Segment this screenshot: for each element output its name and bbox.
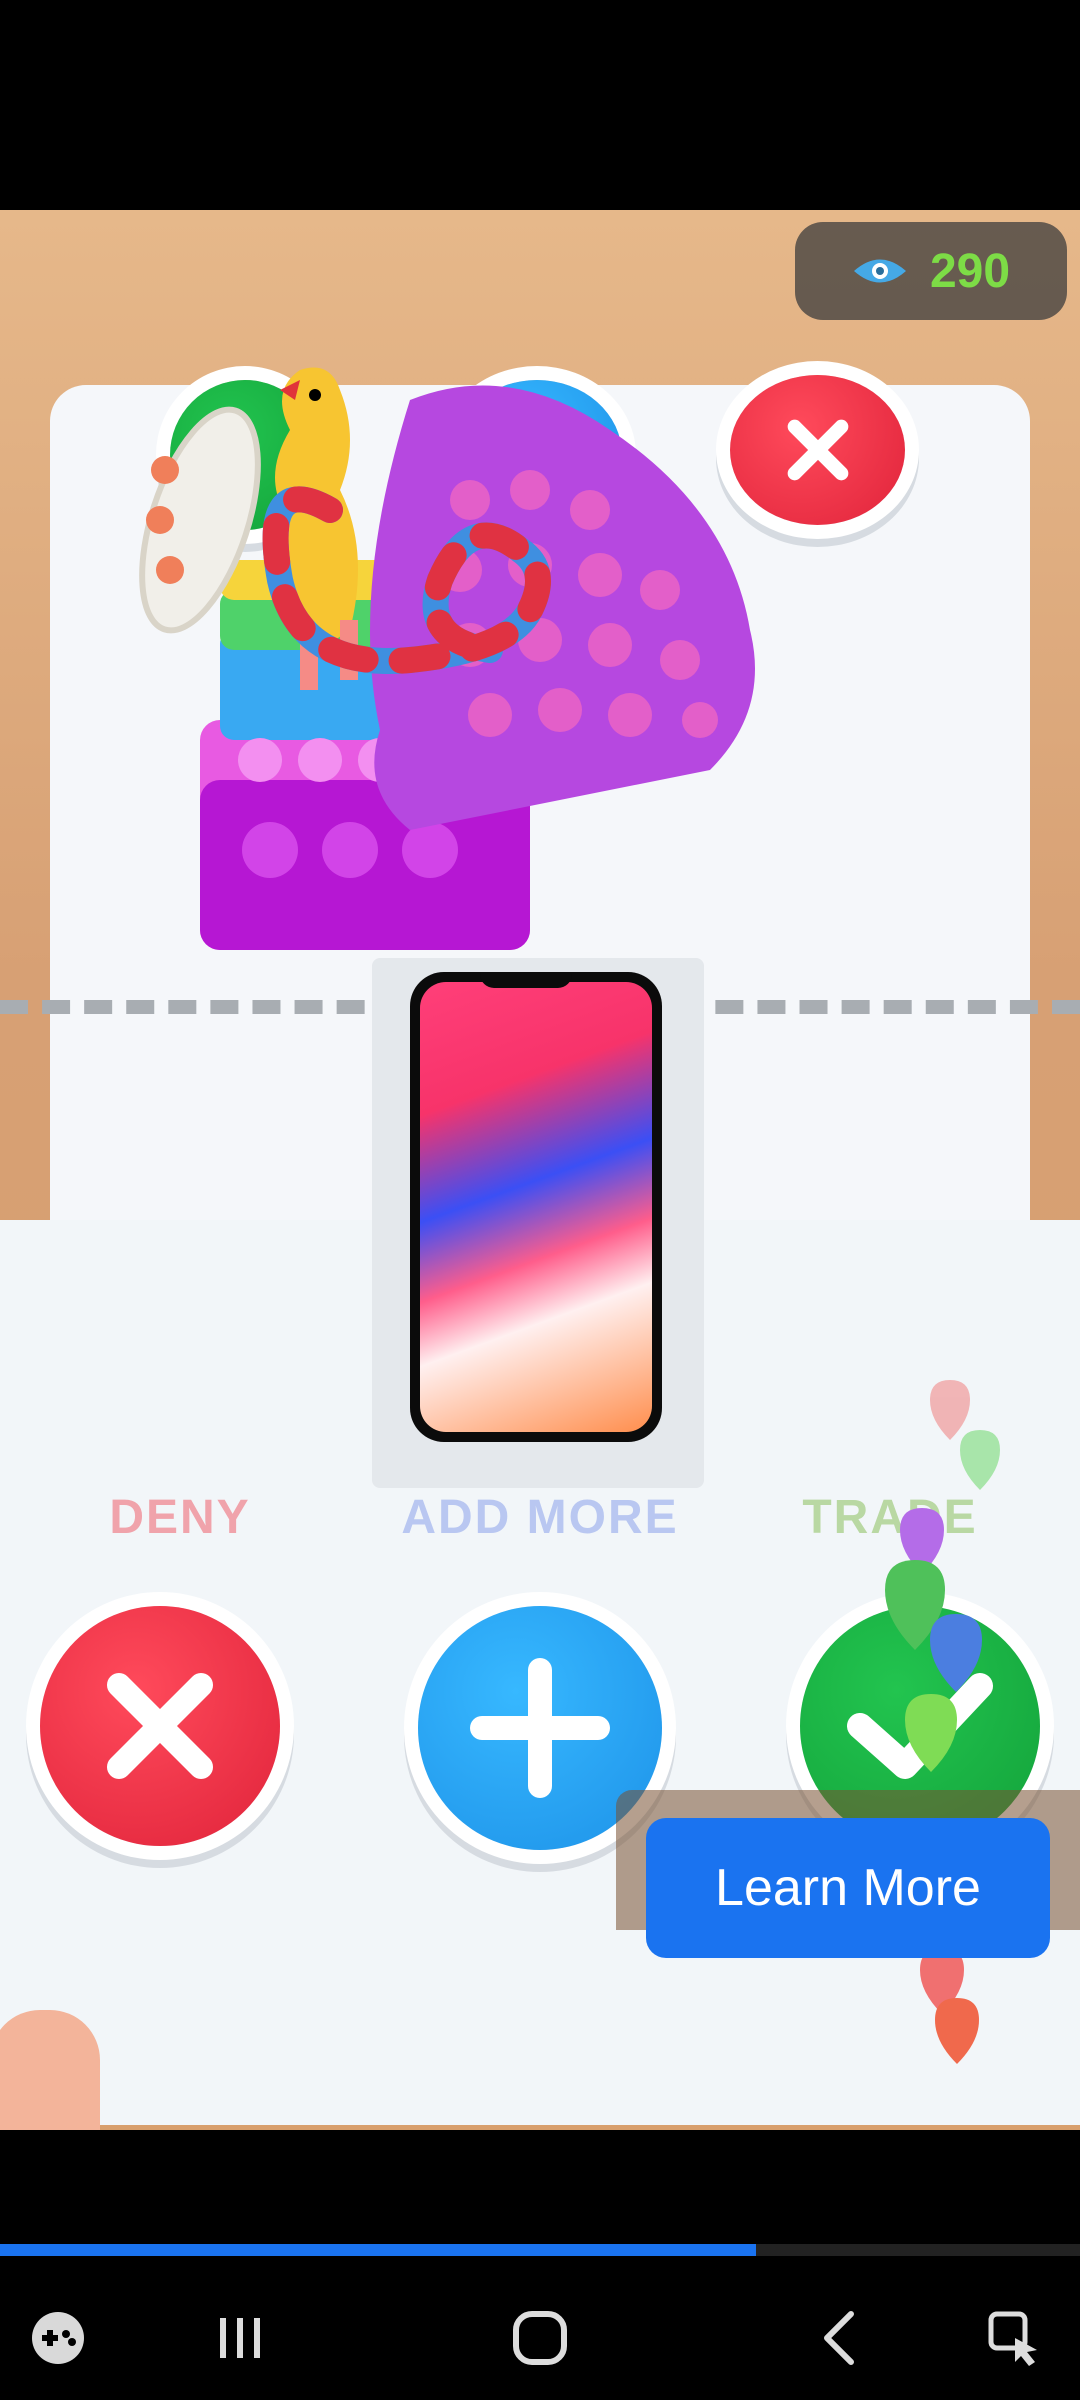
home-icon xyxy=(513,2311,567,2365)
screenshot-button[interactable] xyxy=(975,2298,1055,2378)
phone-notch xyxy=(480,972,572,988)
counter-value: 290 xyxy=(929,244,1011,298)
home-button[interactable] xyxy=(500,2298,580,2378)
viewer-counter: 290 xyxy=(795,222,1067,320)
phone-screen xyxy=(420,982,652,1432)
recent-apps-button[interactable] xyxy=(200,2298,280,2378)
finger-hint xyxy=(0,2010,100,2130)
video-progress[interactable] xyxy=(0,2244,1080,2256)
hearts-effect xyxy=(885,1380,1000,2064)
toy-pile xyxy=(139,367,755,950)
offered-phone xyxy=(410,972,662,1442)
learn-more-button[interactable]: Learn More xyxy=(646,1818,1050,1958)
screenshot-icon xyxy=(988,2311,1037,2366)
video-progress-fill xyxy=(0,2244,756,2256)
back-icon xyxy=(824,2311,854,2365)
system-nav-bar xyxy=(0,2270,1080,2400)
recent-apps-icon xyxy=(220,2318,260,2358)
add-icon xyxy=(470,1658,610,1798)
deny-label: DENY xyxy=(109,1491,251,1544)
back-button[interactable] xyxy=(800,2298,880,2378)
close-icon xyxy=(106,1672,214,1780)
game-launcher-button[interactable] xyxy=(18,2298,98,2378)
eye-icon xyxy=(853,259,906,283)
deny-button[interactable] xyxy=(40,1606,280,1846)
add-more-label: ADD MORE xyxy=(401,1491,679,1544)
game-icon xyxy=(32,2312,84,2364)
